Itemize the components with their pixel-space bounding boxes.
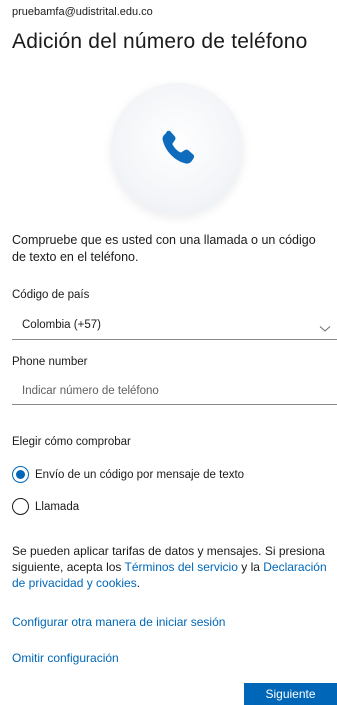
skip-setup-link[interactable]: Omitir configuración [12,651,119,665]
radio-button-text[interactable] [12,466,29,483]
chevron-down-icon [319,320,331,338]
country-select[interactable]: Colombia (+57) [12,312,337,340]
country-select-value: Colombia (+57) [22,319,101,331]
page-title: Adición del número de teléfono [12,30,308,53]
verify-method-label: Elegir cómo comprobar [12,436,131,448]
terms-middle: y la [237,560,264,574]
terms-notice: Se pueden aplicar tarifas de datos y men… [12,543,337,591]
phone-number-input[interactable] [12,377,337,405]
phone-label: Phone number [12,356,88,368]
terms-suffix: . [136,576,141,590]
next-button[interactable]: Siguiente [244,683,337,705]
radio-label-call: Llamada [35,500,80,513]
radio-button-call[interactable] [12,498,29,515]
description-text: Compruebe que es usted con una llamada o… [12,233,316,264]
terms-of-service-link[interactable]: Términos del servicio [125,560,238,574]
radio-selected-dot [16,470,25,479]
hero-illustration [111,83,243,215]
other-signin-method-link[interactable]: Configurar otra manera de iniciar sesión [12,615,225,629]
account-email: pruebamfa@udistrital.edu.co [12,6,153,18]
phone-icon [162,130,195,164]
radio-option-call[interactable]: Llamada [12,498,79,515]
radio-option-text[interactable]: Envío de un código por mensaje de texto [12,466,244,483]
radio-label-text: Envío de un código por mensaje de texto [35,468,245,481]
country-label: Código de país [12,289,90,301]
